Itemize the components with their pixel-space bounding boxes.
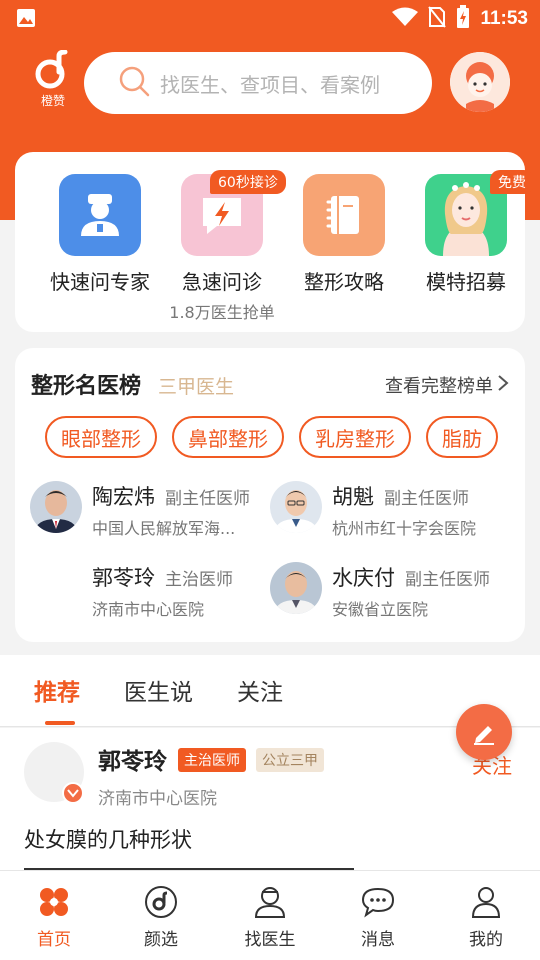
user-icon: [446, 885, 526, 919]
doctor-photo: [30, 481, 82, 533]
quick-action-expert[interactable]: 快速问专家: [40, 174, 160, 295]
doctor-name: 水庆付: [332, 566, 395, 590]
doctor-hospital: 安徽省立医院: [332, 600, 429, 619]
wifi-icon: [392, 7, 419, 31]
brand-name: 橙赞: [40, 94, 65, 108]
doctor-entry[interactable]: 胡魁 副主任医师 杭州市红十字会医院: [270, 481, 510, 543]
doctor-entry[interactable]: 水庆付 副主任医师 安徽省立医院: [270, 562, 510, 624]
tab-following[interactable]: 关注: [237, 673, 283, 707]
home-flower-icon: [14, 885, 94, 919]
bottom-navigation: 首页 颜选 找医生 消息 我的: [0, 870, 540, 960]
quick-action-label: 模特招募: [426, 270, 506, 294]
logo-badge-icon: [121, 885, 201, 919]
status-bar: 11:53: [0, 0, 540, 36]
category-chips: 眼部整形 鼻部整形 乳房整形 脂肪: [45, 416, 498, 458]
nav-label: 消息: [361, 930, 395, 950]
doctor-entry[interactable]: 郭苓玲 主治医师 济南市中心医院: [30, 562, 270, 624]
chip-breast[interactable]: 乳房整形: [299, 416, 411, 458]
view-full-ranking-label: 查看完整榜单: [385, 376, 493, 397]
doctor-title: 副主任医师: [384, 489, 469, 509]
doctor-name: 陶宏炜: [92, 485, 155, 509]
ranking-title: 整形名医榜: [31, 374, 142, 399]
nav-label: 首页: [37, 930, 71, 950]
logo-icon: [35, 49, 68, 89]
chip-eye[interactable]: 眼部整形: [45, 416, 157, 458]
doctor-hospital: 杭州市红十字会医院: [332, 519, 477, 538]
nav-label: 找医生: [244, 930, 296, 950]
compose-button[interactable]: [456, 704, 512, 760]
nav-label: 颜选: [144, 930, 178, 950]
nav-mine[interactable]: 我的: [446, 885, 526, 950]
doctor-photo-empty: [30, 562, 82, 614]
chat-bubble-icon: [338, 885, 418, 919]
doctor-ranking-card: 整形名医榜 三甲医生 查看完整榜单 眼部整形 鼻部整形 乳房整形 脂肪 陶宏炜副…: [15, 348, 525, 642]
clock: 11:53: [480, 8, 528, 29]
service-girl-icon: [450, 52, 510, 112]
doctor-name: 郭苓玲: [92, 566, 155, 590]
badge-free: 免费: [490, 170, 534, 194]
doctor-title: 副主任医师: [405, 570, 490, 590]
doctor-name: 胡魁: [332, 485, 374, 509]
nav-find-doctor[interactable]: 找医生: [230, 885, 310, 950]
doctor-hospital: 中国人民解放军海...: [92, 519, 236, 538]
tab-doctor-says[interactable]: 医生说: [124, 673, 193, 707]
quick-action-model[interactable]: 免费 模特招募: [406, 170, 534, 295]
gallery-icon: [16, 8, 36, 32]
no-sim-icon: [428, 6, 447, 32]
view-full-ranking-link[interactable]: 查看完整榜单: [385, 372, 509, 398]
author-hospital: 济南市中心医院: [98, 789, 217, 809]
badge-60s: 60秒接诊: [210, 170, 286, 194]
doctor-title: 副主任医师: [165, 489, 250, 509]
doctor-title: 主治医师: [165, 570, 233, 590]
search-bar[interactable]: 找医生、查项目、看案例: [84, 52, 432, 114]
notebook-icon: [303, 174, 385, 256]
feed-post[interactable]: 郭苓玲 主治医师 公立三甲 济南市中心医院 关注 处女膜的几种形状: [0, 728, 540, 870]
customer-service-avatar[interactable]: [450, 52, 510, 112]
chip-nose[interactable]: 鼻部整形: [172, 416, 284, 458]
quick-action-label: 急速问诊: [182, 270, 262, 294]
nav-messages[interactable]: 消息: [338, 885, 418, 950]
tab-recommend[interactable]: 推荐: [34, 673, 80, 707]
doctor-photo: [270, 562, 322, 614]
nav-home[interactable]: 首页: [14, 885, 94, 950]
doctor-photo: [270, 481, 322, 533]
quick-action-fast-consult[interactable]: 60秒接诊 急速问诊 1.8万医生抢单: [162, 170, 286, 323]
nav-label: 我的: [469, 930, 503, 950]
search-icon: [118, 65, 150, 101]
verified-badge-icon: [62, 782, 84, 804]
author-name: 郭苓玲: [98, 749, 167, 775]
doctor-icon: [59, 174, 141, 256]
quick-action-sub: 1.8万医生抢单: [169, 303, 275, 322]
doctor-entry[interactable]: 陶宏炜 副主任医师 中国人民解放军海...: [30, 481, 270, 543]
ranking-subtitle: 三甲医生: [158, 376, 235, 398]
quick-action-label: 快速问专家: [50, 270, 150, 294]
hospital-level-tag: 公立三甲: [256, 748, 324, 772]
chip-fat[interactable]: 脂肪: [426, 416, 498, 458]
quick-action-guide[interactable]: 整形攻略: [284, 174, 404, 295]
doctor-person-icon: [230, 885, 310, 919]
battery-icon: [456, 5, 470, 33]
active-tab-indicator: [45, 721, 75, 725]
app-logo[interactable]: 橙赞: [30, 49, 76, 109]
quick-actions-card: 快速问专家 60秒接诊 急速问诊 1.8万医生抢单 整形攻略 免费 模特招募: [15, 152, 534, 332]
quick-action-label: 整形攻略: [304, 270, 384, 294]
author-title-tag: 主治医师: [178, 748, 246, 772]
nav-select[interactable]: 颜选: [121, 885, 201, 950]
feed-tabs: 推荐 医生说 关注: [0, 655, 540, 727]
chevron-right-icon: [497, 374, 509, 397]
pencil-icon: [474, 726, 494, 745]
search-placeholder: 找医生、查项目、看案例: [160, 72, 380, 97]
post-title: 处女膜的几种形状: [24, 828, 192, 852]
doctor-hospital: 济南市中心医院: [92, 600, 205, 619]
